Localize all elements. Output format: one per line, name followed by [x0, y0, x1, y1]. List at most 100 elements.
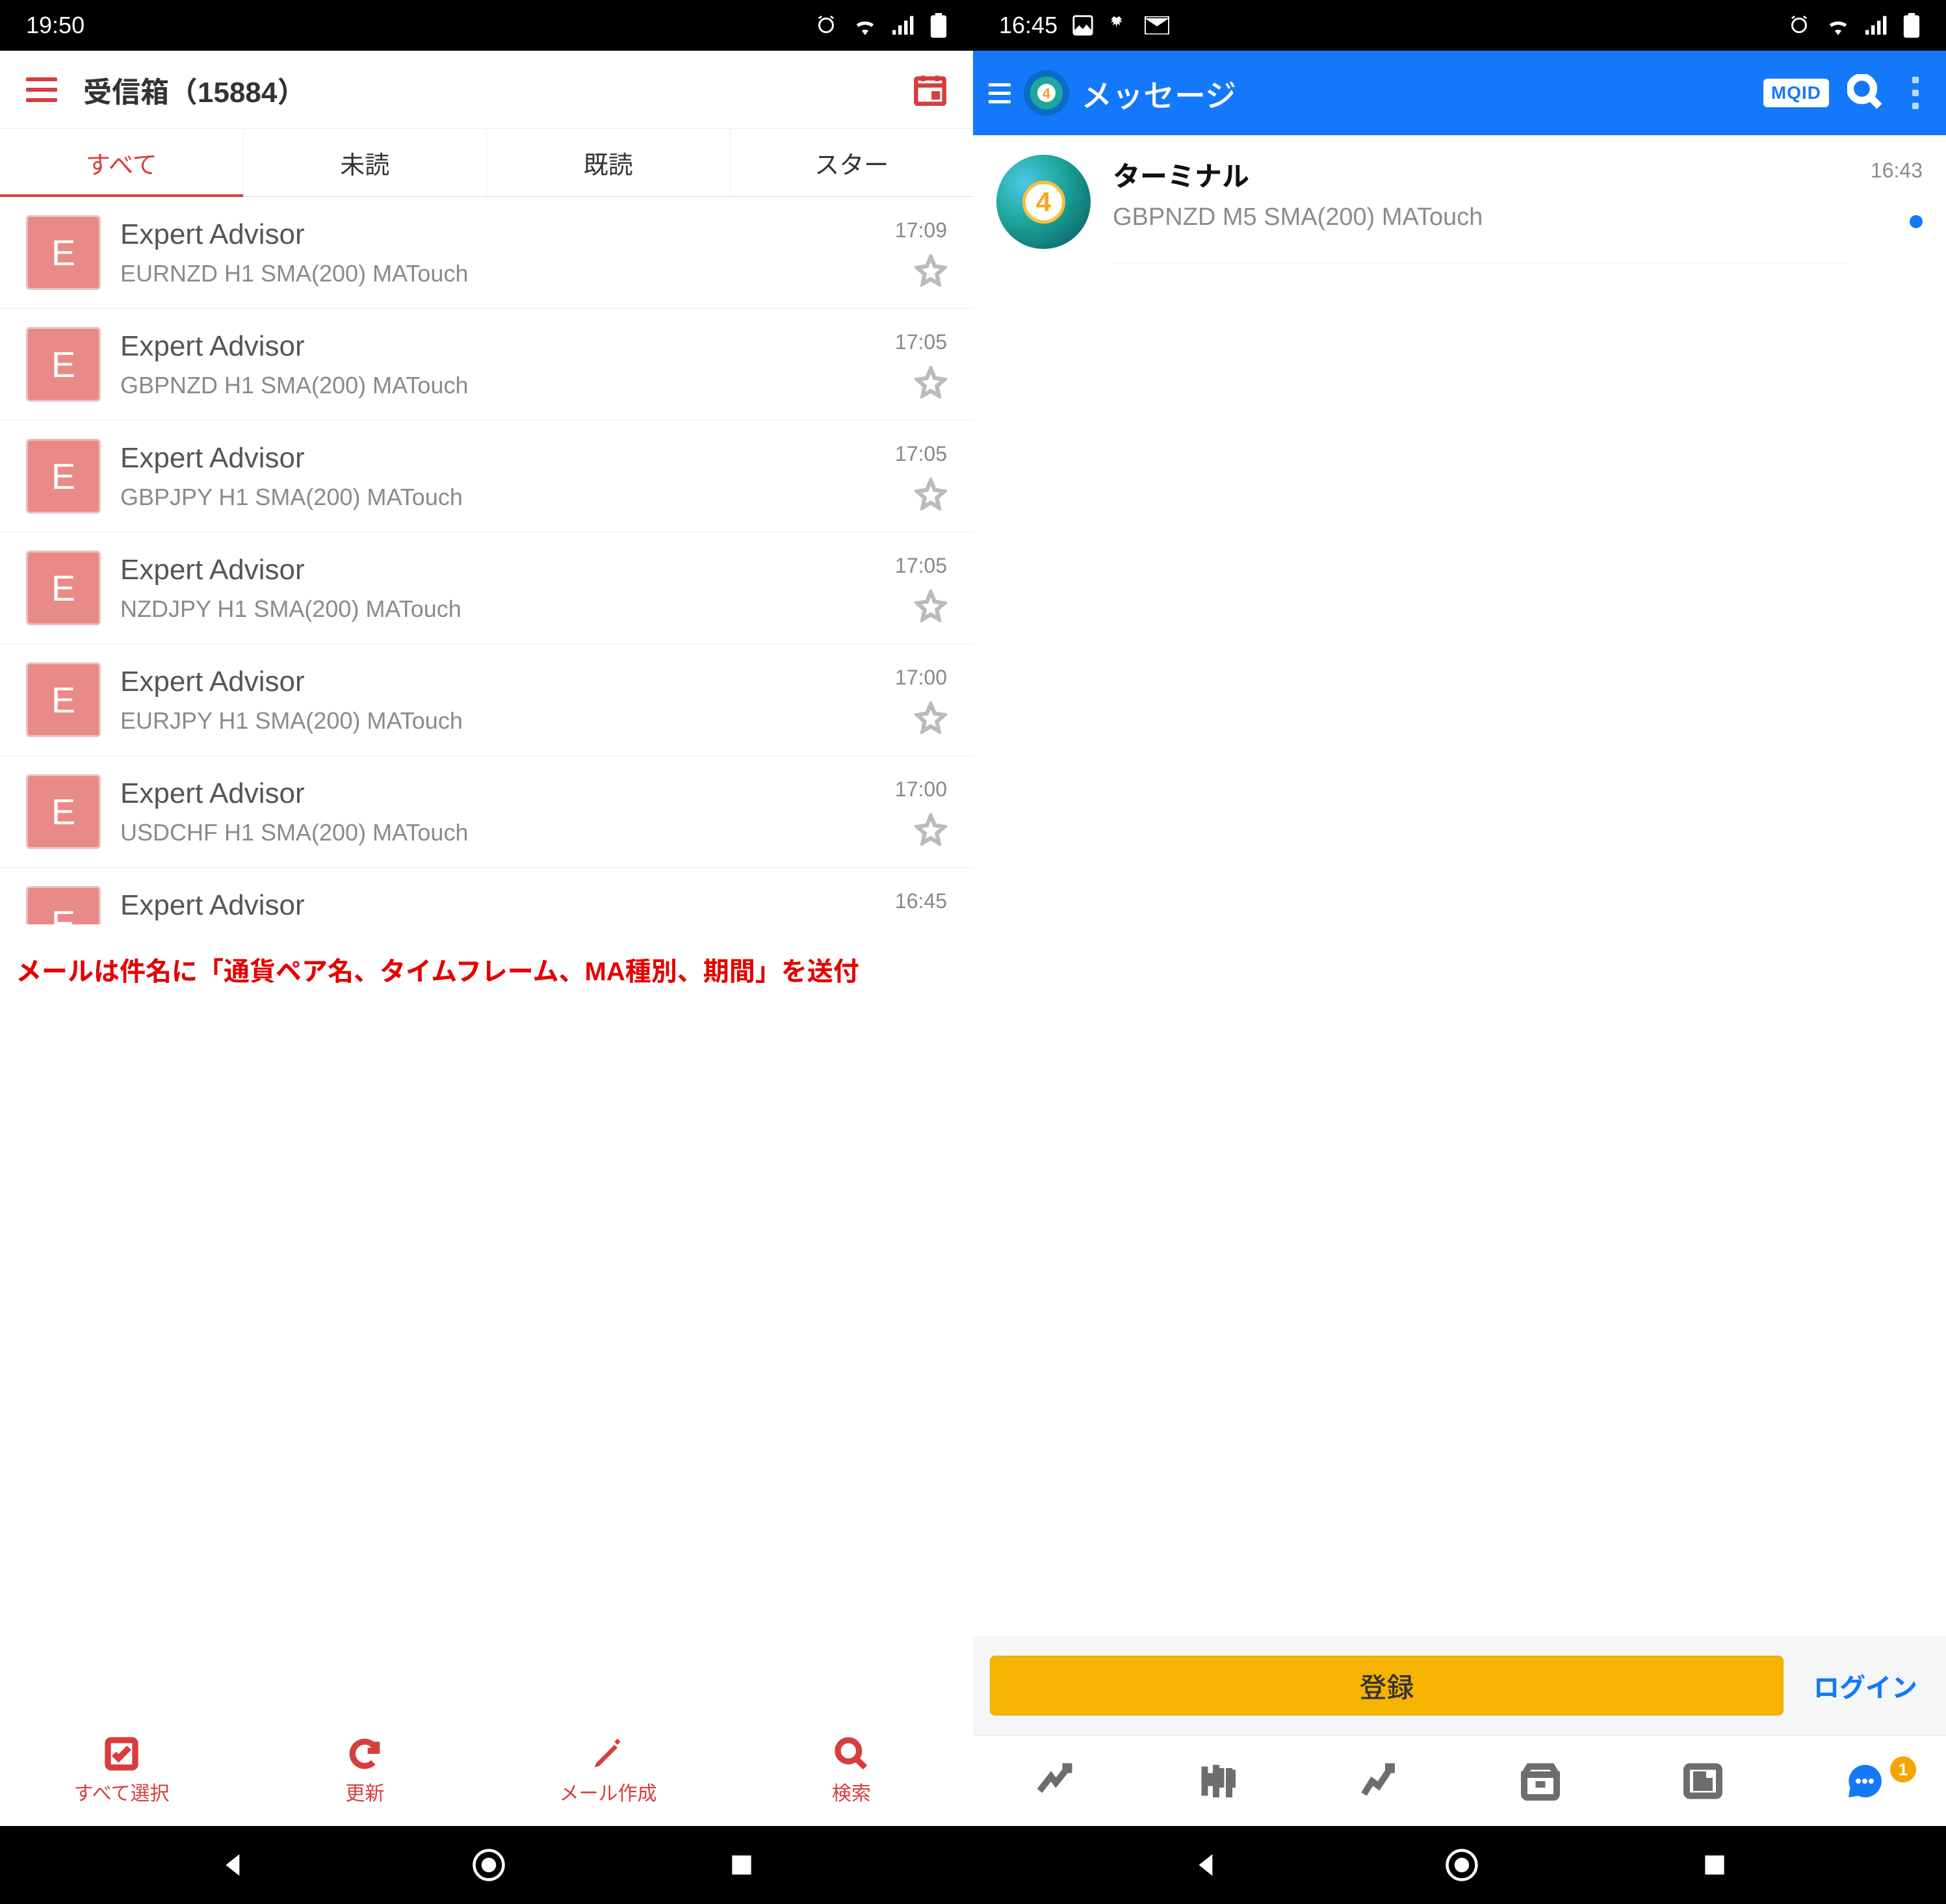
overflow-menu-icon[interactable]: [1901, 77, 1930, 109]
sender-avatar: E: [26, 886, 101, 924]
mail-subject: EURJPY H1 SMA(200) MATouch: [120, 707, 876, 735]
mail-time: 17:05: [895, 554, 947, 578]
search-icon[interactable]: [1847, 74, 1882, 112]
login-link[interactable]: ログイン: [1802, 1667, 1929, 1704]
star-icon[interactable]: [915, 701, 947, 734]
status-icons: [814, 13, 947, 38]
nav-home-icon[interactable]: [1444, 1847, 1479, 1883]
nav-chart-icon[interactable]: [1135, 1736, 1298, 1826]
sender-avatar: E: [26, 774, 101, 849]
svg-text:4: 4: [1043, 85, 1051, 101]
nav-back-icon[interactable]: [1191, 1849, 1223, 1881]
mail-sender: Expert Advisor: [120, 442, 876, 475]
wifi-icon: [1825, 16, 1851, 35]
hamburger-menu-icon[interactable]: [26, 77, 57, 102]
refresh-label: 更新: [345, 1777, 384, 1806]
status-time: 16:45: [999, 12, 1057, 39]
select-all-button[interactable]: すべて選択: [0, 1715, 243, 1826]
mail-time: 16:45: [895, 889, 947, 913]
star-icon[interactable]: [915, 366, 947, 398]
mqid-badge[interactable]: MQID: [1763, 79, 1829, 107]
star-icon[interactable]: [915, 478, 947, 510]
mail-item[interactable]: E Expert Advisor NZDJPY H1 SMA(200) MATouc…: [0, 532, 973, 644]
mail-item[interactable]: EExpert AdvisorGBPNZD H1 SMA(200) MATouc…: [0, 309, 973, 421]
mail-item[interactable]: E Expert Advisor EURNZD H1 SMA(200) MATouc…: [0, 197, 973, 309]
nav-trade-icon[interactable]: [1297, 1736, 1460, 1826]
message-title: ターミナル: [1113, 155, 1849, 194]
star-icon[interactable]: [915, 254, 947, 287]
mail-time: 17:09: [895, 218, 947, 242]
app-bottom-nav: 1: [973, 1735, 1946, 1826]
picture-icon: [1072, 14, 1094, 36]
sender-avatar: E: [26, 662, 101, 737]
email-header: 受信箱（15884）: [0, 51, 973, 129]
tab-read[interactable]: 既読: [487, 129, 731, 196]
screenshot-icon: [1108, 14, 1130, 36]
mail-item[interactable]: E Expert Advisor GBPJPY H1 SMA(200) MATouc…: [0, 421, 973, 532]
mail-time: 17:00: [895, 666, 947, 690]
mail-time: 17:00: [895, 777, 947, 802]
mail-item[interactable]: EExpert AdvisorEURGBP H4 SMA(200) MATouc…: [0, 868, 973, 924]
mail-item[interactable]: EExpert AdvisorEURJPY H1 SMA(200) MATouc…: [0, 644, 973, 756]
tab-star[interactable]: スター: [731, 129, 974, 196]
select-all-label: すべて選択: [74, 1777, 170, 1806]
sender-avatar: E: [26, 327, 101, 402]
mail-sender: Expert Advisor: [120, 889, 876, 922]
filter-tabs: すべて 未読 既読 スター: [0, 129, 973, 197]
nav-news-icon[interactable]: [1622, 1736, 1784, 1826]
compose-label: メール作成: [560, 1777, 657, 1806]
mail-time: 17:05: [895, 330, 947, 354]
messages-title: メッセージ: [1081, 70, 1236, 116]
nav-badge: 1: [1890, 1756, 1916, 1782]
messages-list[interactable]: 4 ターミナル GBPNZD M5 SMA(200) MATouch 16:43: [973, 135, 1946, 1636]
mail-subject: EURNZD H1 SMA(200) MATouch: [120, 260, 876, 287]
mail-subject: NZDJPY H1 SMA(200) MATouch: [120, 595, 876, 623]
nav-recent-icon[interactable]: [1700, 1851, 1729, 1879]
unread-indicator-icon: [1910, 215, 1923, 228]
auth-bar: 登録 ログイン: [973, 1636, 1946, 1735]
alarm-icon: [814, 14, 838, 37]
mail-sender: Expert Advisor: [120, 554, 876, 586]
mail-sender: Expert Advisor: [120, 330, 876, 363]
refresh-button[interactable]: 更新: [243, 1715, 486, 1826]
mail-subject: GBPJPY H1 SMA(200) MATouch: [120, 484, 876, 511]
star-icon[interactable]: [915, 813, 947, 846]
nav-quotes-icon[interactable]: [973, 1736, 1135, 1826]
nav-history-icon[interactable]: [1460, 1736, 1622, 1826]
system-navbar: [0, 1826, 973, 1904]
annotation-text: メールは件名に「通貨ペア名、タイムフレーム、MA種別、期間」を送付: [0, 924, 973, 988]
message-time: 16:43: [1871, 159, 1923, 183]
tab-all[interactable]: すべて: [0, 129, 244, 196]
sender-avatar: E: [26, 215, 101, 290]
status-bar: 16:45: [973, 0, 1946, 51]
nav-home-icon[interactable]: [471, 1847, 506, 1883]
wifi-icon: [852, 16, 878, 35]
mail-sender: Expert Advisor: [120, 218, 876, 251]
tab-unread[interactable]: 未読: [244, 129, 487, 196]
alarm-icon: [1787, 14, 1811, 37]
app-logo-icon: 4: [1024, 70, 1069, 116]
register-button[interactable]: 登録: [990, 1656, 1784, 1715]
star-icon[interactable]: [915, 590, 947, 622]
sender-avatar: E: [26, 551, 101, 625]
message-subtitle: GBPNZD M5 SMA(200) MATouch: [1113, 203, 1849, 231]
nav-messages-icon[interactable]: 1: [1784, 1736, 1946, 1826]
search-label: 検索: [832, 1777, 871, 1806]
sender-avatar: E: [26, 439, 101, 514]
nav-back-icon[interactable]: [218, 1849, 250, 1881]
status-bar: 19:50: [0, 0, 973, 51]
signal-icon: [1865, 16, 1889, 35]
calendar-icon[interactable]: [913, 73, 947, 107]
status-time: 19:50: [26, 12, 84, 39]
mail-status-icon: [1145, 16, 1169, 34]
mail-item[interactable]: EExpert AdvisorUSDCHF H1 SMA(200) MATouc…: [0, 756, 973, 868]
compose-button[interactable]: メール作成: [487, 1715, 730, 1826]
mail-list[interactable]: E Expert Advisor EURNZD H1 SMA(200) MATouc…: [0, 197, 973, 924]
hamburger-menu-icon[interactable]: [989, 83, 1011, 103]
mail-time: 17:05: [895, 442, 947, 466]
battery-icon: [1903, 13, 1920, 38]
message-item[interactable]: 4 ターミナル GBPNZD M5 SMA(200) MATouch 16:43: [973, 135, 1946, 263]
nav-recent-icon[interactable]: [727, 1851, 756, 1879]
message-avatar-icon: 4: [996, 155, 1091, 249]
search-button[interactable]: 検索: [730, 1715, 973, 1826]
